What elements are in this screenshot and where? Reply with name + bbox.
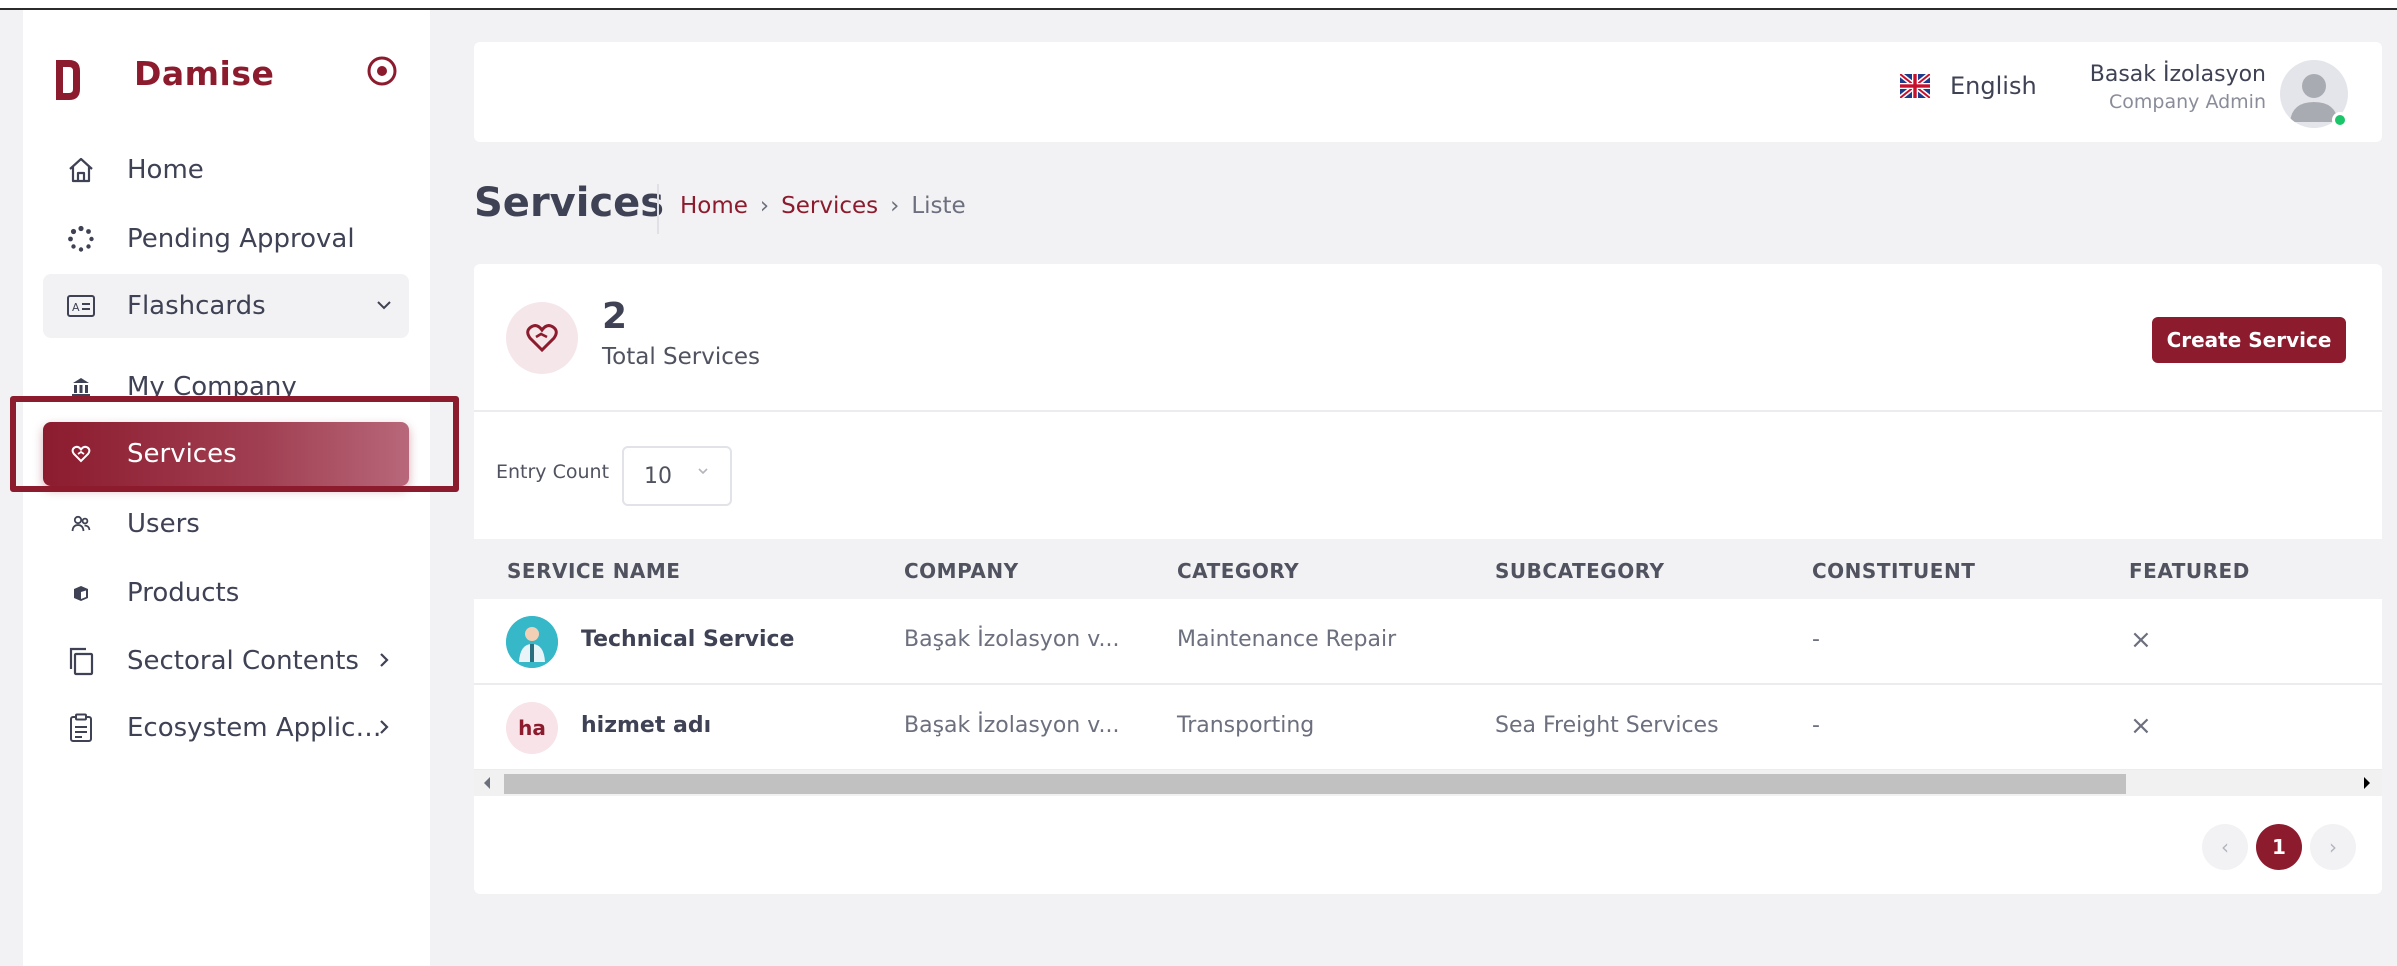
column-header-service-name[interactable]: SERVICE NAME [507, 559, 680, 583]
technician-icon [506, 616, 558, 668]
breadcrumb-separator: › [890, 193, 900, 219]
brand[interactable]: Damise [53, 46, 274, 114]
total-services-label: Total Services [602, 344, 761, 370]
sidebar-item-label: Ecosystem Applicat... [127, 713, 397, 743]
sidebar-item-pending-approval[interactable]: Pending Approval [43, 207, 409, 271]
sidebar-item-label: Pending Approval [127, 224, 355, 254]
top-header: English Basak İzolasyon Company Admin [474, 42, 2382, 142]
sidebar-item-label: Services [127, 439, 237, 469]
table-row[interactable]: ha hizmet adı Başak İzolasyon v... Trans… [474, 685, 2382, 771]
breadcrumb-separator: › [759, 193, 770, 219]
sidebar-item-flashcards[interactable]: A Flashcards [43, 274, 409, 338]
featured-cell: × [2130, 625, 2152, 655]
sidebar-item-services[interactable]: Services [43, 422, 409, 486]
column-header-subcategory[interactable]: SUBCATEGORY [1495, 559, 1665, 583]
chevron-right-icon [380, 653, 389, 667]
services-stat-icon [506, 302, 578, 374]
scroll-right-arrow-icon[interactable] [2362, 776, 2372, 790]
chevron-down-icon [698, 468, 708, 475]
featured-cell: × [2130, 711, 2152, 741]
chevron-right-icon [380, 720, 389, 734]
card-icon: A [65, 290, 97, 322]
clipboard-icon [65, 712, 97, 744]
sidebar-item-label: Flashcards [127, 291, 266, 321]
service-avatar [506, 616, 558, 668]
breadcrumb-current: Liste [911, 193, 966, 219]
users-icon [65, 508, 97, 540]
entry-count-value: 10 [644, 464, 672, 489]
title-divider [657, 184, 659, 234]
home-icon [65, 154, 97, 186]
company-cell: Başak İzolasyon v... [904, 713, 1120, 738]
sidebar-item-label: Products [127, 578, 240, 608]
entry-count-label: Entry Count [496, 461, 610, 483]
loader-icon [65, 223, 97, 255]
user-info[interactable]: Basak İzolasyon Company Admin [2090, 62, 2266, 113]
column-header-category[interactable]: CATEGORY [1177, 559, 1299, 583]
entry-count-select[interactable]: 10 [622, 446, 732, 506]
online-status-dot [2332, 112, 2348, 128]
sidebar-item-home[interactable]: Home [43, 138, 409, 202]
horizontal-scrollbar[interactable] [474, 770, 2382, 796]
sidebar-item-label: Home [127, 155, 204, 185]
breadcrumb: Home › Services › Liste [680, 193, 966, 219]
column-header-featured[interactable]: FEATURED [2129, 559, 2250, 583]
subcategory-cell: Sea Freight Services [1495, 713, 1719, 738]
column-header-constituent[interactable]: CONSTITUENT [1812, 559, 1975, 583]
sidebar-item-label: Users [127, 509, 200, 539]
user-role: Company Admin [2109, 91, 2266, 113]
table-row[interactable]: Technical Service Başak İzolasyon v... M… [474, 599, 2382, 685]
top-edge [0, 0, 2397, 10]
brand-name: Damise [134, 54, 275, 93]
language-selector[interactable]: English [1900, 72, 2037, 100]
constituent-cell: - [1812, 627, 1820, 652]
sidebar: Damise Home Pending Approval A Flashcard… [23, 10, 430, 966]
language-label: English [1950, 72, 2037, 100]
scrollbar-thumb[interactable] [504, 774, 2126, 794]
scroll-left-arrow-icon[interactable] [482, 776, 492, 790]
breadcrumb-home-link[interactable]: Home [680, 193, 748, 219]
category-cell: Transporting [1177, 713, 1315, 738]
heart-hand-icon [65, 438, 97, 470]
user-name: Basak İzolasyon [2089, 62, 2266, 87]
uk-flag-icon [1900, 74, 1930, 98]
service-name[interactable]: Technical Service [581, 627, 794, 652]
chevron-down-icon [377, 301, 391, 310]
services-card: 2 Total Services Create Service Entry Co… [474, 264, 2382, 894]
service-name[interactable]: hizmet adı [581, 713, 711, 738]
total-services-count: 2 [602, 296, 628, 337]
pagination: ‹ 1 › [2202, 824, 2356, 870]
box-icon [65, 577, 97, 609]
sidebar-item-products[interactable]: Products [43, 561, 409, 625]
column-header-company[interactable]: COMPANY [904, 559, 1019, 583]
sidebar-item-ecosystem-applications[interactable]: Ecosystem Applicat... [43, 696, 409, 760]
pagination-next-button[interactable]: › [2310, 824, 2356, 870]
constituent-cell: - [1812, 713, 1820, 738]
category-cell: Maintenance Repair [1177, 627, 1397, 652]
divider [474, 410, 2382, 412]
sidebar-item-my-company[interactable]: My Company [43, 355, 409, 419]
page-title: Services [474, 180, 665, 226]
create-service-button[interactable]: Create Service [2152, 317, 2346, 363]
sidebar-item-label: My Company [127, 372, 297, 402]
sidebar-item-users[interactable]: Users [43, 492, 409, 556]
copy-icon [65, 645, 97, 677]
table-header: SERVICE NAME COMPANY CATEGORY SUBCATEGOR… [474, 539, 2382, 599]
company-cell: Başak İzolasyon v... [904, 627, 1120, 652]
sidebar-item-label: Sectoral Contents [127, 646, 359, 676]
brand-logo-icon [56, 60, 80, 100]
sidebar-toggle-icon[interactable] [365, 54, 399, 88]
service-avatar: ha [506, 702, 558, 754]
sidebar-item-sectoral-contents[interactable]: Sectoral Contents [43, 629, 409, 693]
avatar[interactable] [2280, 60, 2348, 128]
svg-text:A: A [72, 301, 80, 314]
breadcrumb-services-link[interactable]: Services [781, 193, 878, 219]
pagination-prev-button[interactable]: ‹ [2202, 824, 2248, 870]
building-icon [65, 371, 97, 403]
pagination-page-1[interactable]: 1 [2256, 824, 2302, 870]
